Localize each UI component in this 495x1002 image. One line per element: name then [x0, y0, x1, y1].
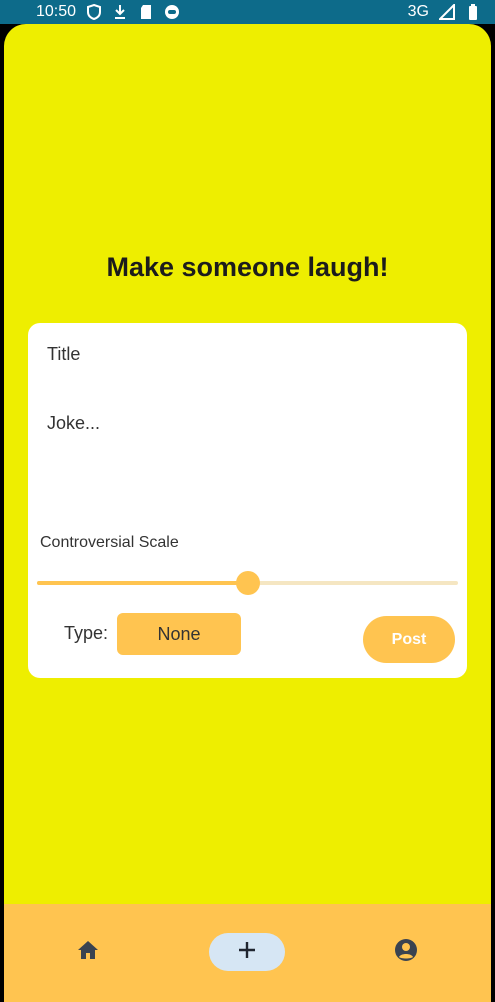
status-time: 10:50: [36, 3, 77, 20]
sd-card-icon: [138, 4, 154, 20]
shield-icon: [86, 4, 102, 20]
title-input[interactable]: [47, 344, 447, 365]
network-type: 3G: [407, 3, 429, 20]
signal-icon: [439, 4, 455, 20]
slider-fill: [37, 581, 248, 585]
battery-icon: [465, 4, 481, 20]
slider-thumb[interactable]: [235, 571, 260, 595]
bottom-navigation: [4, 904, 491, 1002]
nav-profile-button[interactable]: [386, 933, 426, 971]
nav-home-button[interactable]: [68, 933, 108, 971]
controversial-scale-slider[interactable]: [37, 571, 458, 595]
type-select-button[interactable]: None: [117, 613, 241, 655]
post-button[interactable]: Post: [363, 616, 455, 663]
nav-add-button[interactable]: [209, 933, 285, 971]
controversial-scale-label: Controversial Scale: [40, 534, 179, 551]
face-icon: [164, 4, 180, 20]
type-label: Type:: [64, 623, 109, 643]
app-screen: Make someone laugh! Controversial Scale …: [4, 24, 491, 1002]
joke-form-card: Controversial Scale Type: None Post: [28, 323, 467, 678]
page-title: Make someone laugh!: [106, 252, 389, 282]
joke-input[interactable]: [47, 413, 447, 513]
home-icon: [76, 939, 100, 966]
status-bar: 10:50 3G: [0, 0, 495, 24]
account-icon: [394, 938, 418, 967]
download-icon: [112, 4, 128, 20]
plus-icon: [237, 940, 257, 965]
